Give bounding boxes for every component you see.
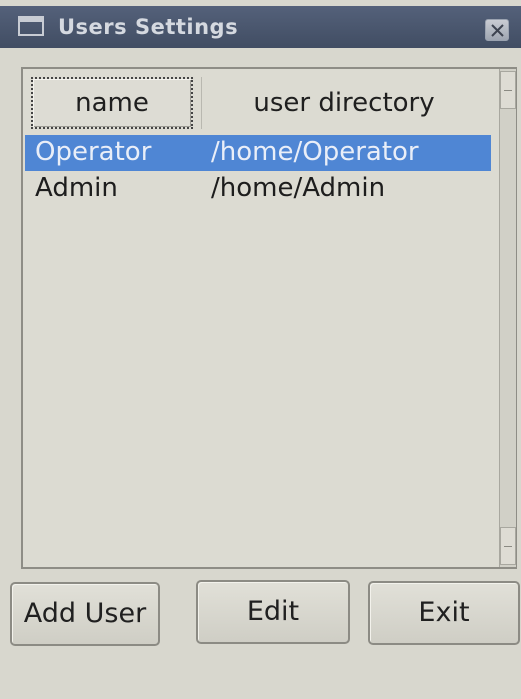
column-header-user-directory[interactable]: user directory — [201, 77, 486, 129]
exit-button[interactable]: Exit — [368, 581, 520, 645]
users-list[interactable]: name user directory Operator /home/Opera… — [21, 67, 517, 569]
close-button[interactable] — [485, 19, 509, 41]
window-title: Users Settings — [58, 15, 239, 39]
scroll-up-icon[interactable] — [500, 71, 516, 109]
users-settings-window: Users Settings name user directory Opera… — [0, 0, 521, 699]
column-header-name[interactable]: name — [31, 77, 193, 129]
user-name-cell: Operator — [35, 137, 152, 167]
list-item[interactable]: Admin /home/Admin — [25, 171, 491, 207]
edit-button[interactable]: Edit — [196, 580, 350, 644]
user-directory-cell: /home/Admin — [211, 173, 386, 203]
list-item[interactable]: Operator /home/Operator — [25, 135, 491, 171]
user-directory-cell: /home/Operator — [211, 137, 419, 167]
vertical-scrollbar[interactable] — [499, 69, 516, 567]
close-icon — [491, 24, 504, 37]
add-user-button[interactable]: Add User — [10, 582, 160, 646]
list-rows: Operator /home/Operator Admin /home/Admi… — [25, 135, 491, 207]
user-name-cell: Admin — [35, 173, 118, 203]
scroll-down-icon[interactable] — [500, 527, 516, 565]
list-header: name user directory — [25, 73, 491, 135]
window-icon — [18, 16, 44, 36]
title-bar[interactable]: Users Settings — [0, 6, 521, 48]
